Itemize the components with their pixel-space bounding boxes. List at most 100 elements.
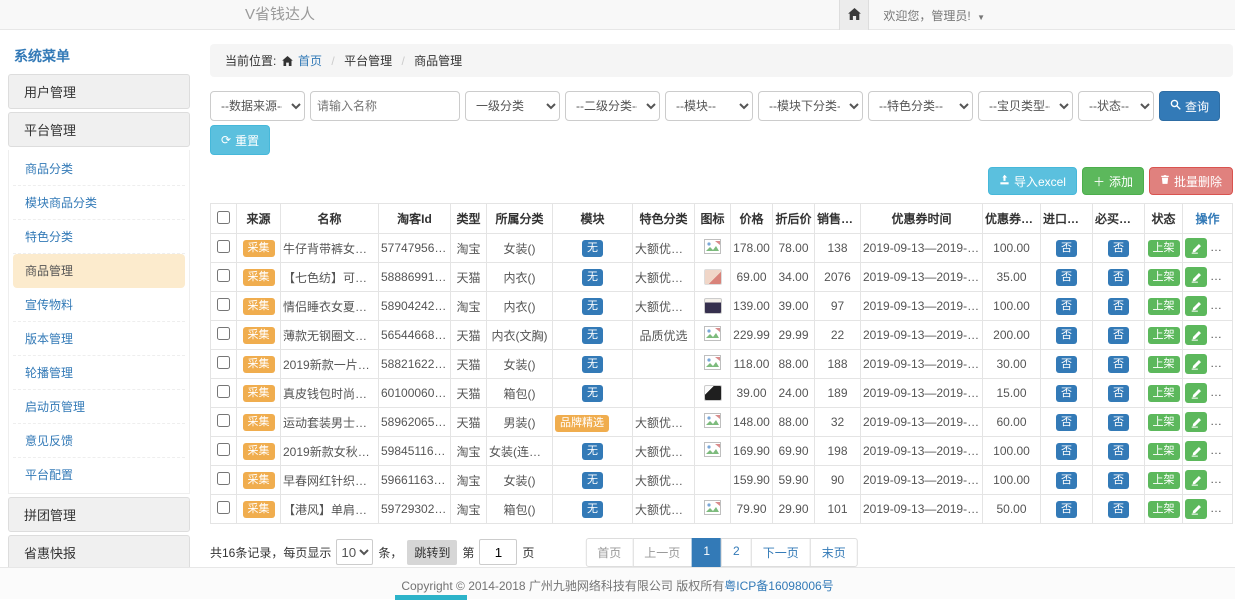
status-badge[interactable]: 上架 (1148, 269, 1180, 286)
must-buy-badge[interactable]: 否 (1108, 269, 1129, 286)
row-select-cell (211, 263, 237, 292)
sidebar-item[interactable]: 宣传物料 (13, 288, 185, 322)
imported-badge[interactable]: 否 (1056, 414, 1077, 431)
sidebar-item[interactable]: 商品管理 (13, 254, 185, 288)
edit-button[interactable] (1185, 499, 1207, 519)
pager: 首页上一页12下一页末页 (585, 538, 857, 567)
edit-button[interactable] (1185, 267, 1207, 287)
sidebar-item[interactable]: 特色分类 (13, 220, 185, 254)
sidebar-item[interactable]: 版本管理 (13, 322, 185, 356)
status-badge[interactable]: 上架 (1148, 298, 1180, 315)
status-select[interactable]: --状态-- (1078, 91, 1154, 121)
row-checkbox[interactable] (217, 443, 230, 456)
row-checkbox[interactable] (217, 385, 230, 398)
imported-badge[interactable]: 否 (1056, 472, 1077, 489)
add-button[interactable]: ＋ 添加 (1082, 167, 1144, 195)
module-badge: 无 (582, 472, 603, 489)
row-checkbox[interactable] (217, 472, 230, 485)
data-source-select[interactable]: --数据来源-- (210, 91, 305, 121)
home-button[interactable] (839, 0, 869, 30)
sidebar-group[interactable]: 平台管理 (8, 112, 190, 147)
status-badge[interactable]: 上架 (1148, 385, 1180, 402)
select-all-checkbox[interactable] (217, 211, 230, 224)
status-badge[interactable]: 上架 (1148, 356, 1180, 373)
row-select-cell (211, 495, 237, 524)
edit-button[interactable] (1185, 238, 1207, 258)
user-menu[interactable]: 欢迎您，管理员! ▼ (883, 7, 985, 24)
sidebar-group[interactable]: 省惠快报 (8, 535, 190, 567)
must-buy-badge[interactable]: 否 (1108, 472, 1129, 489)
edit-button[interactable] (1185, 383, 1207, 403)
batch-delete-button[interactable]: 批量删除 (1149, 167, 1233, 195)
edit-button[interactable] (1185, 354, 1207, 374)
sidebar-item[interactable]: 意见反馈 (13, 424, 185, 458)
module-subcategory-select[interactable]: --模块下分类-- (758, 91, 863, 121)
search-button[interactable]: 查询 (1159, 91, 1220, 121)
must-buy-badge[interactable]: 否 (1108, 356, 1129, 373)
imported-badge[interactable]: 否 (1056, 240, 1077, 257)
module-select[interactable]: --模块-- (665, 91, 753, 121)
page-button[interactable]: 下一页 (751, 538, 811, 567)
must-buy-badge[interactable]: 否 (1108, 298, 1129, 315)
item-type-select[interactable]: --宝贝类型-- (978, 91, 1073, 121)
page-button[interactable]: 末页 (810, 538, 858, 567)
per-page-select[interactable]: 10 (336, 539, 373, 565)
status-badge[interactable]: 上架 (1148, 443, 1180, 460)
imported-badge[interactable]: 否 (1056, 385, 1077, 402)
icp-link[interactable]: 粤ICP备16098006号 (724, 579, 833, 593)
sidebar-item[interactable]: 商品分类 (13, 152, 185, 186)
sidebar-item[interactable]: 启动页管理 (13, 390, 185, 424)
taoke-id-cell: 565446685867 (379, 321, 451, 350)
sidebar-group[interactable]: 用户管理 (8, 74, 190, 109)
imported-badge[interactable]: 否 (1056, 327, 1077, 344)
imported-badge[interactable]: 否 (1056, 269, 1077, 286)
must-buy-badge-cell: 否 (1093, 408, 1145, 437)
reset-button[interactable]: ⟳重置 (210, 125, 270, 155)
imported-badge[interactable]: 否 (1056, 443, 1077, 460)
page-button[interactable]: 1 (691, 538, 722, 567)
name-input[interactable] (310, 91, 460, 121)
sidebar-item[interactable]: 轮播管理 (13, 356, 185, 390)
status-badge[interactable]: 上架 (1148, 472, 1180, 489)
must-buy-badge[interactable]: 否 (1108, 501, 1129, 518)
imported-badge[interactable]: 否 (1056, 501, 1077, 518)
breadcrumb-home-link[interactable]: 首页 (298, 54, 322, 68)
edit-button[interactable] (1185, 325, 1207, 345)
page-button[interactable]: 2 (721, 538, 752, 567)
row-checkbox[interactable] (217, 269, 230, 282)
jump-button[interactable]: 跳转到 (407, 540, 457, 565)
status-badge[interactable]: 上架 (1148, 414, 1180, 431)
row-checkbox[interactable] (217, 414, 230, 427)
level1-category-select[interactable]: 一级分类 (465, 91, 560, 121)
must-buy-badge-cell: 否 (1093, 292, 1145, 321)
must-buy-badge[interactable]: 否 (1108, 385, 1129, 402)
status-badge[interactable]: 上架 (1148, 240, 1180, 257)
sidebar-item[interactable]: 平台配置 (13, 458, 185, 491)
must-buy-badge[interactable]: 否 (1108, 443, 1129, 460)
row-checkbox[interactable] (217, 501, 230, 514)
edit-button[interactable] (1185, 412, 1207, 432)
edit-button[interactable] (1185, 441, 1207, 461)
row-checkbox[interactable] (217, 298, 230, 311)
feature-category-select[interactable]: --特色分类-- (868, 91, 973, 121)
imported-badge[interactable]: 否 (1056, 298, 1077, 315)
sidebar-item[interactable]: 模块商品分类 (13, 186, 185, 220)
must-buy-badge[interactable]: 否 (1108, 414, 1129, 431)
must-buy-badge[interactable]: 否 (1108, 327, 1129, 344)
sidebar-group[interactable]: 拼团管理 (8, 497, 190, 532)
refresh-icon: ⟳ (221, 133, 231, 147)
row-checkbox[interactable] (217, 327, 230, 340)
imported-badge[interactable]: 否 (1056, 356, 1077, 373)
row-checkbox[interactable] (217, 356, 230, 369)
status-badge[interactable]: 上架 (1148, 327, 1180, 344)
level2-category-select[interactable]: --二级分类-- (565, 91, 660, 121)
import-excel-button[interactable]: 导入excel (988, 167, 1077, 195)
page-number-input[interactable] (479, 539, 517, 565)
status-badge[interactable]: 上架 (1148, 501, 1180, 518)
edit-button[interactable] (1185, 470, 1207, 490)
row-checkbox[interactable] (217, 240, 230, 253)
column-header: 优惠券时间 (861, 204, 983, 234)
must-buy-badge[interactable]: 否 (1108, 240, 1129, 257)
edit-button[interactable] (1185, 296, 1207, 316)
page-button: 首页 (585, 538, 633, 567)
